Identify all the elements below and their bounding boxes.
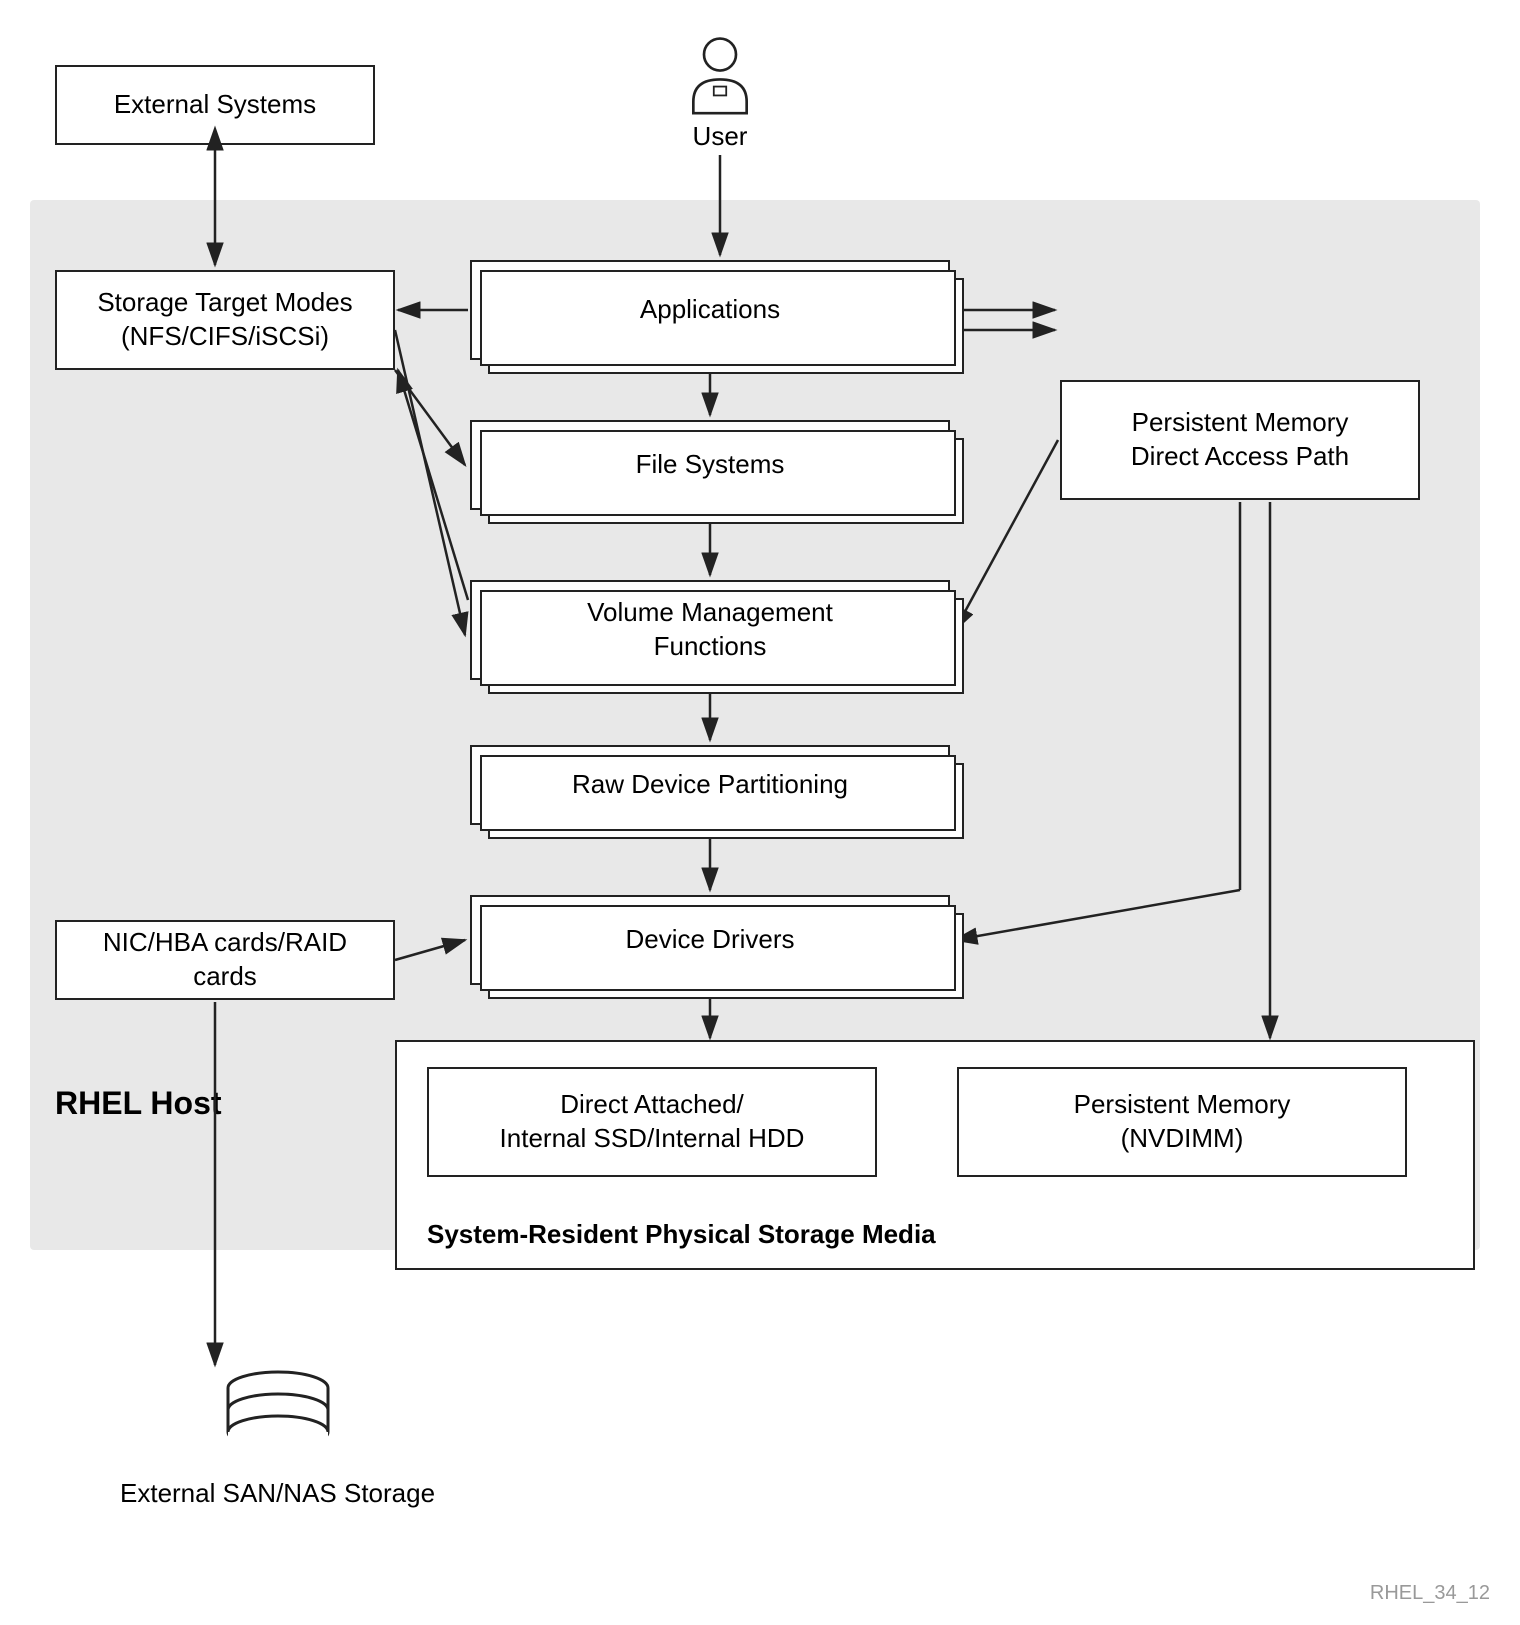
external-san-icon: External SAN/NAS Storage xyxy=(120,1370,435,1509)
external-systems-box: External Systems xyxy=(55,65,375,145)
raw-device-box: Raw Device Partitioning xyxy=(470,745,950,825)
direct-attached-box: Direct Attached/ Internal SSD/Internal H… xyxy=(427,1067,877,1177)
file-systems-box: File Systems xyxy=(470,420,950,510)
applications-box: Applications xyxy=(470,260,950,360)
storage-target-box: Storage Target Modes (NFS/CIFS/iSCSi) xyxy=(55,270,395,370)
user-icon: User xyxy=(680,35,760,152)
nic-hba-box: NIC/HBA cards/RAID cards xyxy=(55,920,395,1000)
diagram-container: User External Systems Storage Target Mod… xyxy=(0,0,1520,1625)
watermark: RHEL_34_12 xyxy=(1370,1582,1490,1605)
system-resident-label: System-Resident Physical Storage Media xyxy=(427,1219,936,1250)
persistent-memory-nvdimm-box: Persistent Memory (NVDIMM) xyxy=(957,1067,1407,1177)
volume-management-box: Volume Management Functions xyxy=(470,580,950,680)
rhel-host-label: RHEL Host xyxy=(55,1085,222,1122)
device-drivers-box: Device Drivers xyxy=(470,895,950,985)
user-label: User xyxy=(693,121,748,152)
persistent-memory-direct-box: Persistent Memory Direct Access Path xyxy=(1060,380,1420,500)
external-san-label: External SAN/NAS Storage xyxy=(120,1478,435,1509)
system-resident-box: Direct Attached/ Internal SSD/Internal H… xyxy=(395,1040,1475,1270)
